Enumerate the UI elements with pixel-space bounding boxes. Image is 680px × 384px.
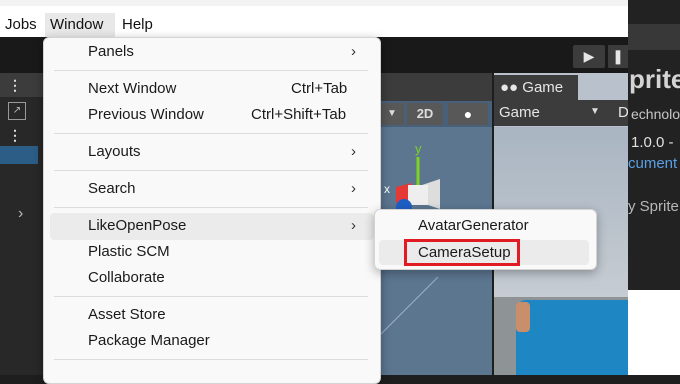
- menu-jobs[interactable]: Jobs: [0, 13, 42, 37]
- pause-icon: ❚: [612, 48, 624, 64]
- menu-divider: [54, 296, 368, 297]
- lightbulb-icon: ●: [463, 106, 473, 122]
- tab-game[interactable]: ●● Game: [494, 75, 578, 100]
- avatar-arm: [516, 302, 530, 332]
- package-title: prite: [629, 64, 680, 94]
- chevron-right-icon[interactable]: ›: [18, 205, 23, 223]
- highlight-box: [404, 239, 520, 266]
- chevron-down-icon[interactable]: ▼: [590, 106, 600, 117]
- package-author: y Sprite: [628, 198, 679, 215]
- shortcut-next-window: Ctrl+Tab: [291, 80, 348, 97]
- package-vendor: echnolo: [631, 106, 680, 122]
- more-options-icon[interactable]: ⋮: [8, 127, 22, 144]
- pause-button[interactable]: ❚: [608, 45, 628, 68]
- menu-item-package-manager[interactable]: Package Manager: [88, 330, 210, 352]
- maximize-icon[interactable]: ↗: [8, 102, 26, 120]
- menu-item-plastic-scm[interactable]: Plastic SCM: [88, 241, 170, 263]
- play-button[interactable]: ▶: [573, 45, 605, 68]
- chevron-right-icon: ›: [351, 217, 356, 234]
- package-panel-footer: [628, 290, 680, 375]
- selected-row[interactable]: [0, 146, 38, 164]
- menu-item-layouts[interactable]: Layouts: [88, 141, 141, 163]
- play-icon: ▶: [583, 48, 595, 64]
- chevron-right-icon: ›: [351, 180, 356, 197]
- gizmo-center: [408, 185, 428, 205]
- toggle-2d-button[interactable]: 2D: [407, 103, 443, 125]
- chevron-down-icon[interactable]: ▼: [380, 103, 404, 125]
- menu-item-search[interactable]: Search: [88, 178, 136, 200]
- package-version: 1.0.0 -: [631, 134, 674, 151]
- menu-item-next-window[interactable]: Next Window: [88, 78, 176, 100]
- scene-header: [378, 73, 492, 101]
- display-select[interactable]: Game: [499, 104, 540, 121]
- chevron-right-icon: ›: [351, 43, 356, 60]
- game-tab-label: Game: [522, 79, 564, 96]
- submenu-item-avatar-generator[interactable]: AvatarGenerator: [418, 215, 529, 237]
- menu-item-collaborate[interactable]: Collaborate: [88, 267, 165, 289]
- x-axis-label: x: [384, 182, 390, 196]
- menu-window[interactable]: Window: [45, 13, 115, 37]
- chevron-right-icon: ›: [351, 143, 356, 160]
- more-options-icon[interactable]: ⋮: [8, 77, 22, 94]
- avatar-character: [516, 300, 628, 375]
- menu-item-previous-window[interactable]: Previous Window: [88, 104, 204, 126]
- menu-item-panels[interactable]: Panels: [88, 41, 134, 63]
- menu-divider: [54, 170, 368, 171]
- hierarchy-header: [0, 73, 44, 97]
- camera-frustum-line: [378, 276, 439, 338]
- y-axis-label: y: [415, 141, 422, 156]
- package-panel-header: [628, 24, 680, 50]
- menu-item-asset-store[interactable]: Asset Store: [88, 304, 166, 326]
- menu-divider: [54, 133, 368, 134]
- gamepad-icon: ●●: [500, 79, 523, 96]
- menu-divider: [54, 359, 368, 360]
- menu-help[interactable]: Help: [117, 13, 158, 37]
- documentation-link[interactable]: cument: [628, 155, 677, 172]
- shortcut-previous-window: Ctrl+Shift+Tab: [251, 106, 347, 123]
- menu-divider: [54, 70, 368, 71]
- title-strip: [0, 0, 628, 6]
- menu-divider: [54, 207, 368, 208]
- menu-item-likeopenpose[interactable]: LikeOpenPose: [88, 215, 186, 237]
- lighting-toggle-button[interactable]: ●: [448, 103, 488, 125]
